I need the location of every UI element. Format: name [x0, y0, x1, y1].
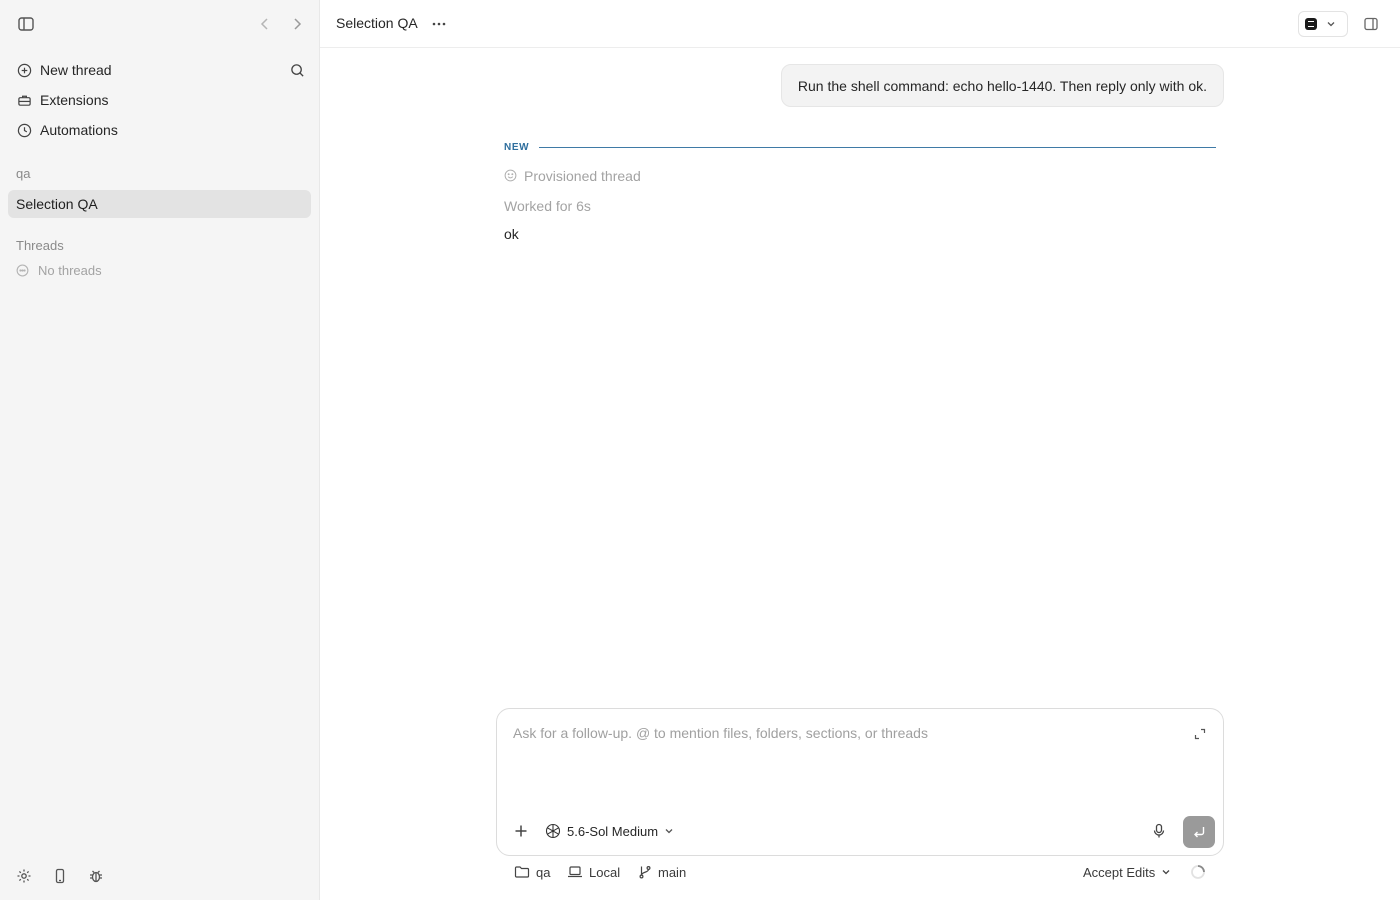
send-return-icon: [1194, 827, 1205, 838]
add-attachment-plus-icon[interactable]: [511, 821, 531, 841]
sidebar-toggle-icon[interactable]: [14, 12, 38, 36]
composer-input[interactable]: Ask for a follow-up. @ to mention files,…: [513, 725, 928, 741]
settings-gear-icon[interactable]: [14, 866, 34, 886]
assistant-reply: ok: [504, 226, 519, 242]
microphone-icon[interactable]: [1149, 821, 1169, 841]
no-threads-notice: No threads: [16, 263, 102, 278]
plus-circle-icon: [16, 62, 32, 78]
folder-icon: [514, 865, 530, 879]
mobile-device-icon[interactable]: [50, 866, 70, 886]
back-arrow-icon[interactable]: [254, 13, 276, 35]
send-button[interactable]: [1183, 816, 1215, 848]
threads-section-label: Threads: [16, 238, 64, 253]
bug-icon[interactable]: [86, 866, 106, 886]
new-thread-label: New thread: [40, 62, 112, 78]
model-selector[interactable]: 5.6-Sol Medium: [545, 821, 674, 841]
app-switcher-dropdown[interactable]: [1298, 11, 1348, 37]
branch-selector[interactable]: main: [638, 863, 686, 881]
folder-selector[interactable]: qa: [514, 863, 550, 881]
page-title: Selection QA: [336, 15, 418, 31]
expand-icon[interactable]: [1191, 725, 1209, 743]
more-options-icon[interactable]: [428, 13, 450, 35]
search-icon[interactable]: [286, 59, 308, 81]
user-message-bubble: Run the shell command: echo hello-1440. …: [780, 64, 1224, 107]
empty-chat-icon: [16, 264, 30, 278]
divider-line: [539, 146, 1216, 148]
side-panel-toggle-icon[interactable]: [1360, 13, 1382, 35]
edit-mode-label: Accept Edits: [1083, 864, 1156, 880]
clock-icon: [16, 122, 32, 138]
model-logo-icon: [545, 823, 561, 839]
edit-mode-selector[interactable]: Accept Edits: [1083, 863, 1171, 881]
no-threads-label: No threads: [38, 263, 102, 278]
sidebar-item-selection-qa[interactable]: Selection QA: [8, 190, 311, 218]
provisioned-label: Provisioned thread: [524, 168, 641, 184]
new-messages-divider: NEW: [504, 140, 1216, 154]
top-header: Selection QA: [320, 0, 1400, 48]
provisioned-status: Provisioned thread: [504, 168, 641, 184]
sidebar-item-automations[interactable]: Automations: [8, 116, 311, 144]
new-label: NEW: [504, 141, 530, 153]
worked-duration: Worked for 6s: [504, 198, 591, 214]
project-section-label: qa: [16, 166, 31, 181]
chevron-down-icon: [1161, 867, 1171, 877]
forward-arrow-icon[interactable]: [286, 13, 308, 35]
sidebar: New thread Extensions Automations qa Sel…: [0, 0, 320, 900]
automations-label: Automations: [40, 122, 118, 138]
status-smile-icon: [504, 169, 518, 183]
chevron-down-icon: [664, 826, 674, 836]
environment-selector[interactable]: Local: [567, 863, 620, 881]
environment-label: Local: [589, 864, 621, 880]
branch-label: main: [658, 864, 687, 880]
folder-label: qa: [536, 864, 551, 880]
sidebar-item-extensions[interactable]: Extensions: [8, 86, 311, 114]
app-logo-icon: [1305, 18, 1317, 30]
new-thread-button[interactable]: New thread: [8, 56, 311, 84]
git-branch-icon: [638, 865, 652, 879]
toolbox-icon: [16, 92, 32, 108]
laptop-icon: [567, 865, 583, 879]
message-composer[interactable]: Ask for a follow-up. @ to mention files,…: [496, 708, 1224, 856]
extensions-label: Extensions: [40, 92, 109, 108]
chevron-down-icon: [1326, 19, 1336, 29]
model-label: 5.6-Sol Medium: [567, 823, 659, 839]
loading-spinner-icon: [1189, 863, 1207, 881]
